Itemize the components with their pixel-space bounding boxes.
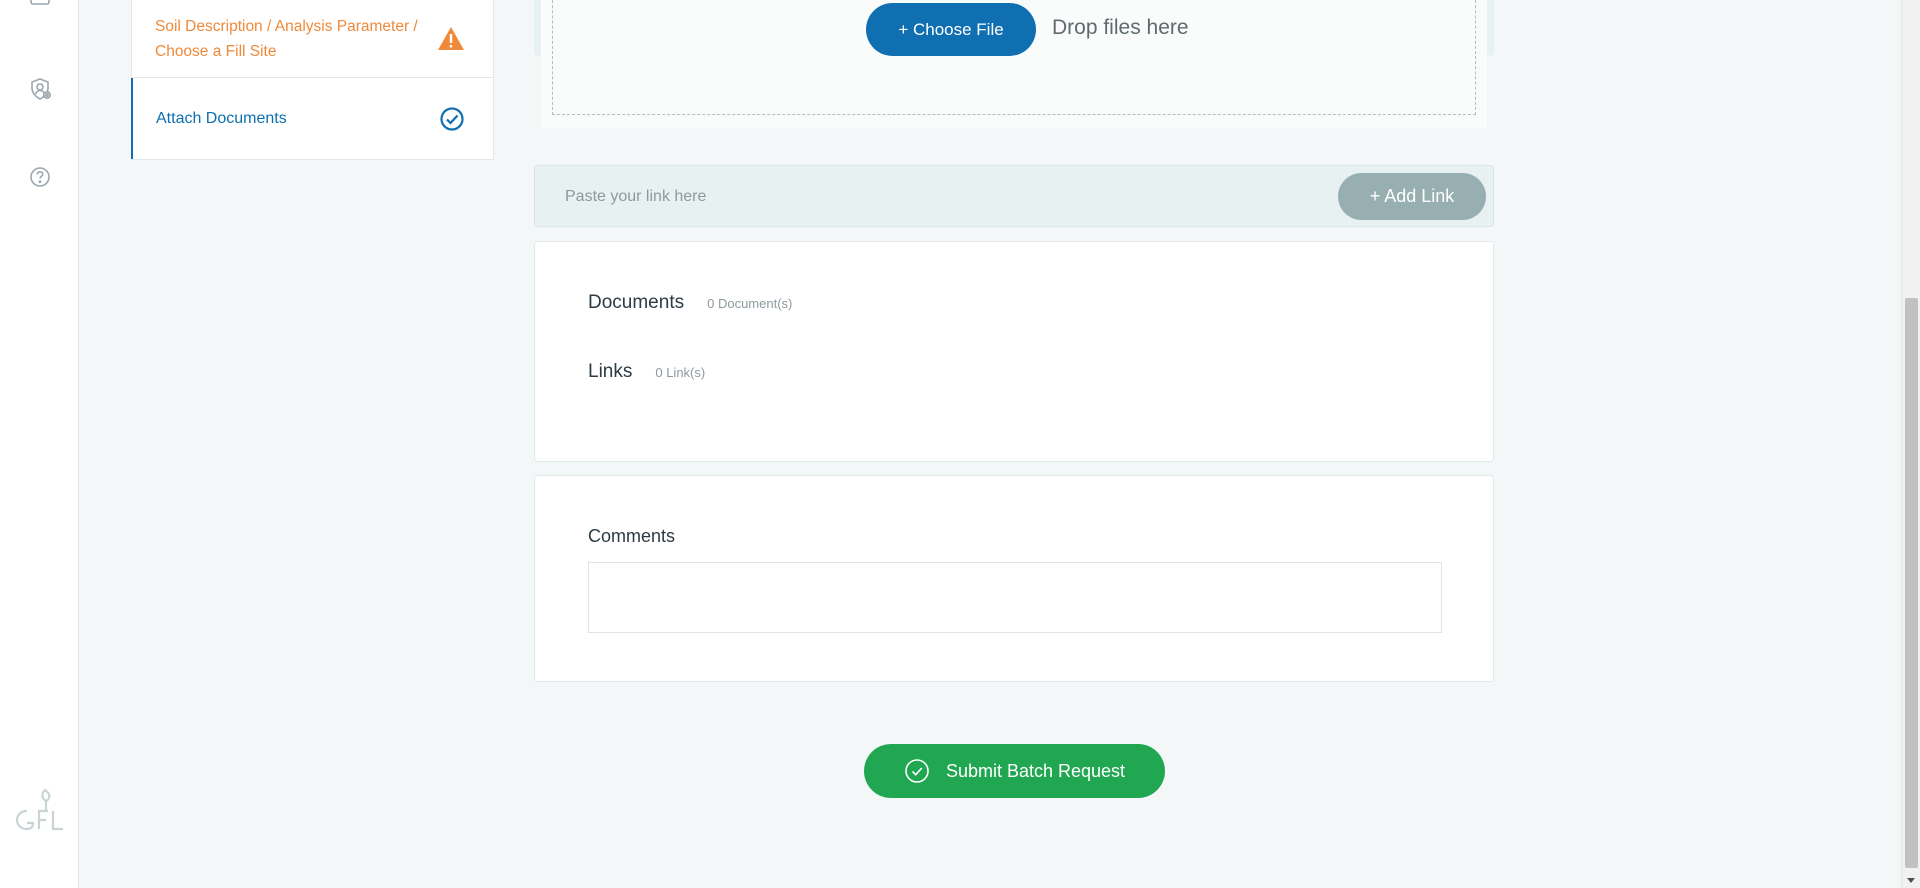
comments-textarea[interactable] (588, 562, 1442, 633)
user-settings-icon[interactable] (26, 75, 54, 103)
company-logo (13, 787, 65, 831)
submit-batch-request-button[interactable]: Submit Batch Request (864, 744, 1165, 798)
scroll-down-arrow-icon[interactable] (1907, 878, 1915, 883)
links-row: Links 0 Link(s) (588, 361, 705, 383)
step-attach-documents[interactable]: Attach Documents (131, 78, 493, 159)
documents-count: 0 Document(s) (707, 296, 793, 311)
documents-row: Documents 0 Document(s) (588, 292, 792, 314)
page-scrollbar[interactable] (1901, 0, 1920, 888)
step-soil-description[interactable]: Soil Description / Analysis Parameter / … (132, 0, 493, 78)
submit-label: Submit Batch Request (945, 760, 1126, 781)
file-dropzone[interactable]: + Choose File Drop files here (552, 0, 1476, 115)
link-bar: + Add Link (534, 165, 1494, 227)
comments-card: Comments (534, 475, 1494, 682)
left-nav-rail (0, 0, 79, 888)
link-input[interactable] (565, 180, 1165, 214)
documents-title: Documents (588, 292, 685, 313)
upload-card: + Choose File Drop files here (541, 0, 1487, 128)
help-icon[interactable] (26, 163, 54, 191)
links-title: Links (588, 361, 633, 382)
check-circle-icon (904, 758, 930, 784)
warning-icon (437, 26, 465, 51)
comments-title: Comments (588, 526, 676, 546)
choose-file-button[interactable]: + Choose File (866, 3, 1036, 56)
scroll-thumb[interactable] (1905, 298, 1918, 868)
step-label: Attach Documents (156, 109, 287, 127)
links-count: 0 Link(s) (655, 365, 706, 380)
steps-panel: Soil Description / Analysis Parameter / … (131, 0, 494, 160)
add-link-button[interactable]: + Add Link (1338, 173, 1486, 220)
calendar-icon[interactable] (26, 0, 54, 10)
check-circle-icon (439, 106, 465, 132)
attachments-card: Documents 0 Document(s) Links 0 Link(s) (534, 241, 1494, 462)
step-label: Soil Description / Analysis Parameter / … (155, 17, 418, 60)
drop-files-text: Drop files here (1052, 16, 1189, 39)
